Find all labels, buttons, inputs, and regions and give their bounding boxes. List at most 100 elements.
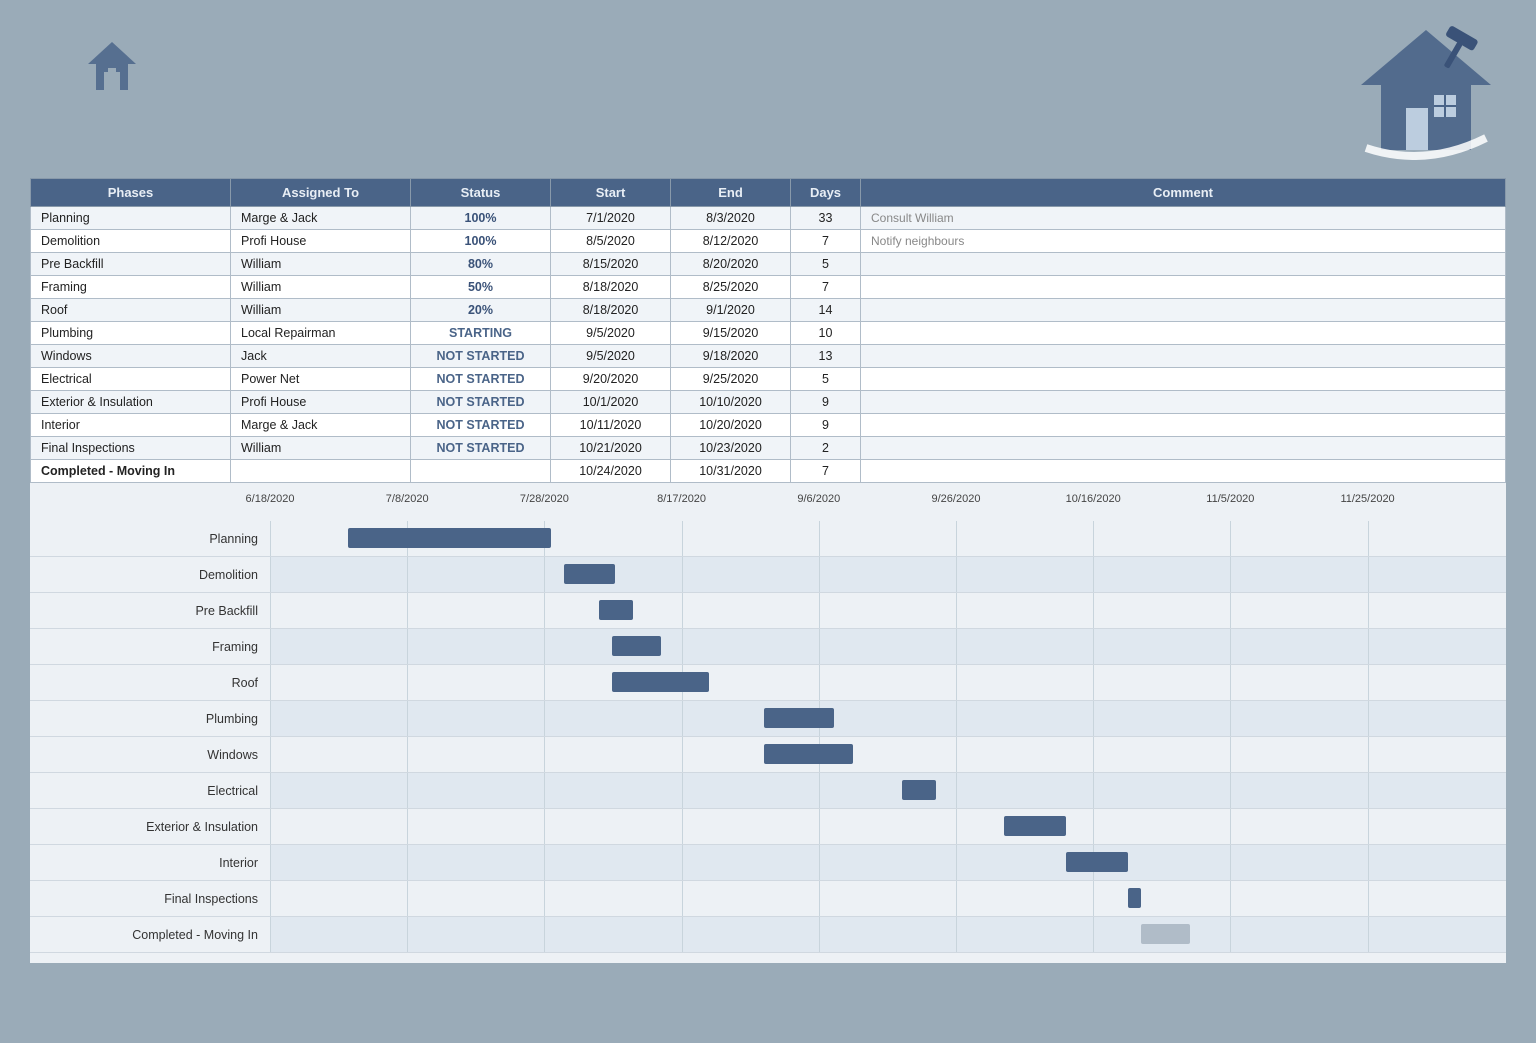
cell-days: 33 [791, 207, 861, 230]
gantt-grid-line [1230, 665, 1231, 700]
cell-status: STARTING [411, 322, 551, 345]
gantt-grid-line [544, 881, 545, 916]
cell-assigned: William [231, 253, 411, 276]
gantt-grid-line [1230, 917, 1231, 952]
gantt-grid-line [819, 629, 820, 664]
cell-start: 9/20/2020 [551, 368, 671, 391]
gantt-bar [599, 600, 634, 620]
gantt-grid-line [407, 773, 408, 808]
gantt-row-label: Roof [30, 676, 270, 690]
cell-end: 10/20/2020 [671, 414, 791, 437]
gantt-grid-line [270, 593, 271, 628]
gantt-grid-line [407, 737, 408, 772]
table-row: Planning Marge & Jack 100% 7/1/2020 8/3/… [31, 207, 1506, 230]
gantt-grid-line [270, 629, 271, 664]
cell-comment [861, 368, 1506, 391]
cell-phase: Roof [31, 299, 231, 322]
gantt-row: Windows [30, 737, 1506, 773]
table-row: Exterior & Insulation Profi House NOT ST… [31, 391, 1506, 414]
cell-comment: Consult William [861, 207, 1506, 230]
gantt-grid-line [1093, 521, 1094, 556]
gantt-grid-line [407, 557, 408, 592]
gantt-grid-line [1093, 737, 1094, 772]
gantt-header-row: 6/18/20207/8/20207/28/20208/17/20209/6/2… [30, 493, 1506, 521]
cell-start: 8/15/2020 [551, 253, 671, 276]
gantt-grid-line [1230, 737, 1231, 772]
cell-end: 9/18/2020 [671, 345, 791, 368]
table-row: Pre Backfill William 80% 8/15/2020 8/20/… [31, 253, 1506, 276]
gantt-row-label: Final Inspections [30, 892, 270, 906]
gantt-grid-line [1093, 881, 1094, 916]
gantt-row: Completed - Moving In [30, 917, 1506, 953]
gantt-grid-line [1368, 737, 1369, 772]
gantt-grid-line [682, 737, 683, 772]
gantt-row-label: Framing [30, 640, 270, 654]
gantt-grid-line [682, 773, 683, 808]
gantt-row-label: Plumbing [30, 712, 270, 726]
gantt-grid-line [682, 701, 683, 736]
table-row: Completed - Moving In 10/24/2020 10/31/2… [31, 460, 1506, 483]
cell-phase: Interior [31, 414, 231, 437]
gantt-grid-line [956, 629, 957, 664]
gantt-grid-line [819, 521, 820, 556]
gantt-grid-line [270, 557, 271, 592]
gantt-grid-line [544, 593, 545, 628]
cell-phase: Pre Backfill [31, 253, 231, 276]
cell-assigned: William [231, 299, 411, 322]
gantt-grid-line [1093, 557, 1094, 592]
gantt-grid-line [956, 881, 957, 916]
gantt-row-label: Electrical [30, 784, 270, 798]
gantt-row: Planning [30, 521, 1506, 557]
cell-assigned [231, 460, 411, 483]
cell-phase: Demolition [31, 230, 231, 253]
cell-comment [861, 414, 1506, 437]
gantt-grid-line [544, 665, 545, 700]
gantt-bar [564, 564, 615, 584]
cell-days: 14 [791, 299, 861, 322]
gantt-row-label: Pre Backfill [30, 604, 270, 618]
gantt-grid-line [1368, 557, 1369, 592]
gantt-grid-line [682, 881, 683, 916]
cell-phase: Framing [31, 276, 231, 299]
gantt-row-label: Interior [30, 856, 270, 870]
gantt-row: Interior [30, 845, 1506, 881]
gantt-grid-line [682, 629, 683, 664]
gantt-bar [1066, 852, 1128, 872]
cell-days: 7 [791, 230, 861, 253]
gantt-row-chart [270, 557, 1506, 592]
gantt-grid-line [270, 917, 271, 952]
gantt-grid-line [682, 593, 683, 628]
gantt-grid-line [544, 845, 545, 880]
gantt-grid-line [270, 881, 271, 916]
gantt-grid-line [1230, 881, 1231, 916]
gantt-bar [902, 780, 937, 800]
cell-start: 7/1/2020 [551, 207, 671, 230]
gantt-grid-line [407, 809, 408, 844]
cell-comment [861, 276, 1506, 299]
cell-status: 50% [411, 276, 551, 299]
gantt-row: Pre Backfill [30, 593, 1506, 629]
gantt-bar [1004, 816, 1066, 836]
cell-phase: Completed - Moving In [31, 460, 231, 483]
gantt-grid-line [819, 773, 820, 808]
cell-status: 100% [411, 230, 551, 253]
cell-days: 7 [791, 276, 861, 299]
gantt-grid-line [819, 881, 820, 916]
cell-start: 10/1/2020 [551, 391, 671, 414]
gantt-grid-line [544, 629, 545, 664]
gantt-grid-line [407, 593, 408, 628]
cell-end: 8/3/2020 [671, 207, 791, 230]
gantt-row: Framing [30, 629, 1506, 665]
gantt-grid-line [270, 845, 271, 880]
cell-end: 9/15/2020 [671, 322, 791, 345]
gantt-grid-line [1093, 665, 1094, 700]
cell-comment: Notify neighbours [861, 230, 1506, 253]
gantt-row-label: Planning [30, 532, 270, 546]
cell-phase: Planning [31, 207, 231, 230]
gantt-row-chart [270, 809, 1506, 844]
cell-days: 9 [791, 414, 861, 437]
cell-end: 8/12/2020 [671, 230, 791, 253]
cell-days: 10 [791, 322, 861, 345]
gantt-grid-line [682, 917, 683, 952]
gantt-grid-line [956, 917, 957, 952]
